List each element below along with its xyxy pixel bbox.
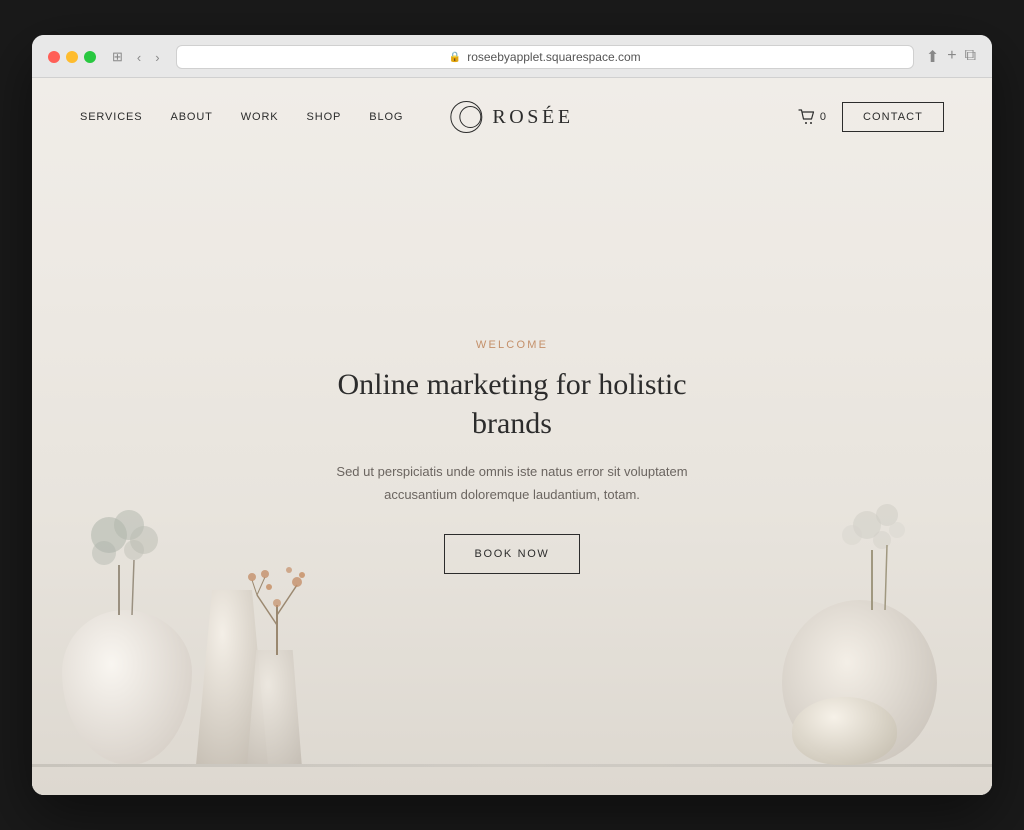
- browser-window: ⊞ ‹ › 🔒 roseebyapplet.squarespace.com ⬆ …: [32, 35, 992, 795]
- browser-actions: ⬆ + ⧉: [926, 47, 976, 67]
- navbar: SERVICES ABOUT WORK SHOP BLOG ROSÉE 0: [32, 78, 992, 156]
- url-text: roseebyapplet.squarespace.com: [467, 50, 640, 64]
- share-icon[interactable]: ⬆: [926, 47, 939, 67]
- browser-controls: ⊞ ‹ ›: [108, 47, 164, 67]
- forward-button[interactable]: ›: [151, 48, 163, 67]
- nav-shop[interactable]: SHOP: [307, 111, 342, 123]
- hero-title: Online marketing for holistic brands: [322, 365, 702, 443]
- close-button[interactable]: [48, 51, 60, 63]
- nav-right: 0 CONTACT: [798, 102, 944, 132]
- site-logo[interactable]: ROSÉE: [450, 101, 573, 133]
- traffic-lights: [48, 51, 96, 63]
- nav-work[interactable]: WORK: [241, 111, 279, 123]
- website-content: SERVICES ABOUT WORK SHOP BLOG ROSÉE 0: [32, 78, 992, 795]
- welcome-label: WELCOME: [322, 339, 702, 351]
- cart-icon: [798, 109, 816, 125]
- nav-about[interactable]: ABOUT: [170, 111, 212, 123]
- sidebar-toggle-icon[interactable]: ⊞: [108, 47, 127, 67]
- logo-icon: [450, 101, 482, 133]
- nav-blog[interactable]: BLOG: [369, 111, 403, 123]
- hero-section: WELCOME Online marketing for holistic br…: [32, 78, 992, 795]
- contact-button[interactable]: CONTACT: [842, 102, 944, 132]
- tabs-icon[interactable]: ⧉: [965, 47, 976, 67]
- cart-count: 0: [820, 111, 826, 123]
- address-bar[interactable]: 🔒 roseebyapplet.squarespace.com: [176, 45, 914, 69]
- logo-text: ROSÉE: [492, 106, 573, 129]
- hero-subtitle: Sed ut perspiciatis unde omnis iste natu…: [322, 461, 702, 505]
- new-tab-icon[interactable]: +: [947, 47, 956, 67]
- book-now-button[interactable]: BOOK NOW: [444, 534, 581, 574]
- maximize-button[interactable]: [84, 51, 96, 63]
- lock-icon: 🔒: [449, 52, 461, 63]
- cart-button[interactable]: 0: [798, 109, 826, 125]
- back-button[interactable]: ‹: [133, 48, 145, 67]
- nav-services[interactable]: SERVICES: [80, 111, 142, 123]
- minimize-button[interactable]: [66, 51, 78, 63]
- hero-content: WELCOME Online marketing for holistic br…: [302, 319, 722, 593]
- browser-chrome: ⊞ ‹ › 🔒 roseebyapplet.squarespace.com ⬆ …: [32, 35, 992, 78]
- nav-left: SERVICES ABOUT WORK SHOP BLOG: [80, 111, 403, 123]
